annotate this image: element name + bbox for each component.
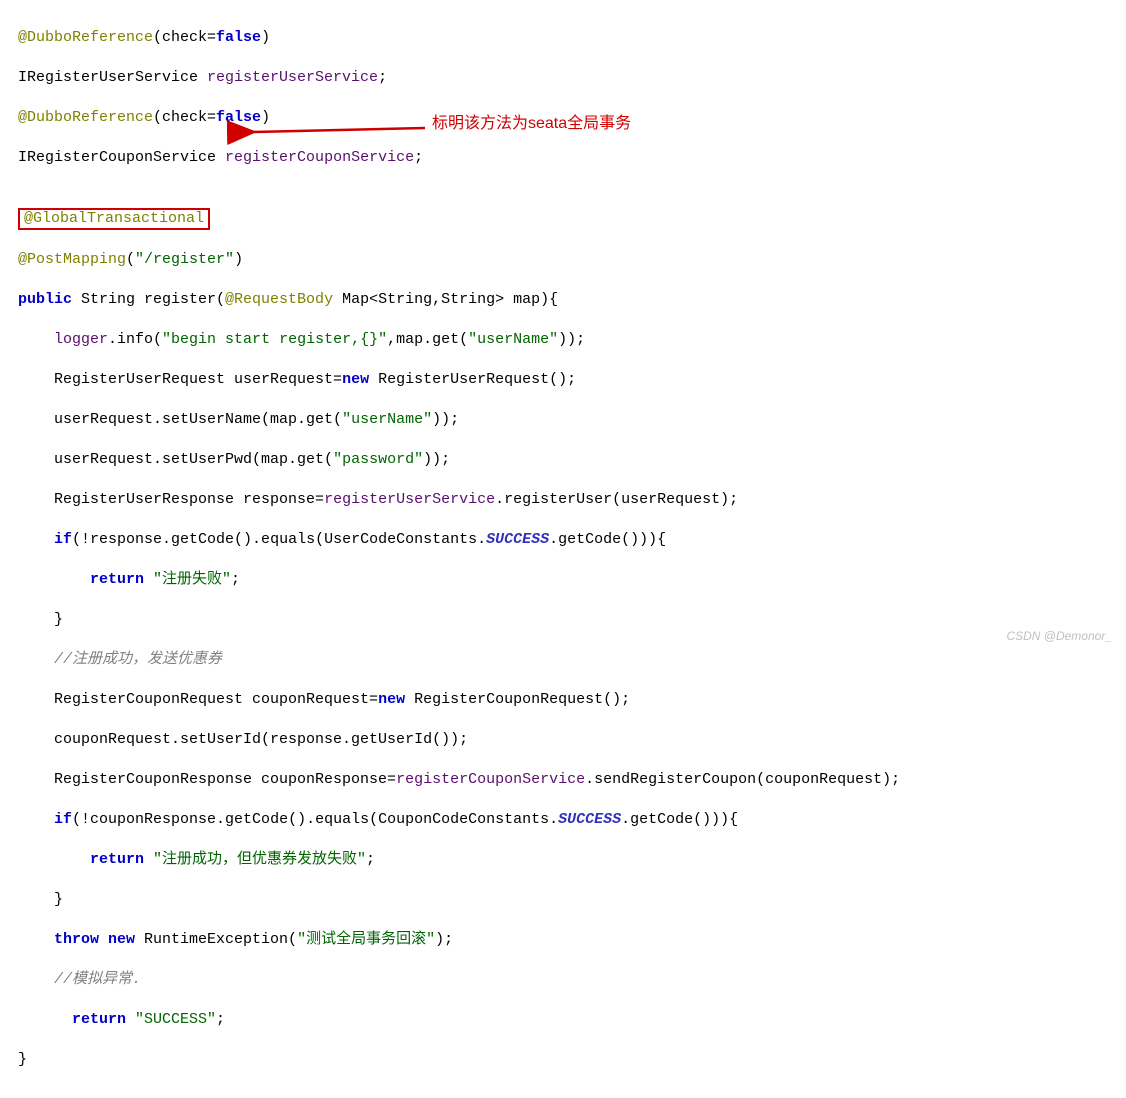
code-line-2: IRegisterUserService registerUserService… — [18, 68, 1108, 88]
code-line-1: @DubboReference(check=false) — [18, 28, 1108, 48]
code-line-18: RegisterCouponRequest couponRequest=new … — [18, 690, 1108, 710]
code-line-6: @GlobalTransactional — [18, 208, 1108, 230]
code-line-24: throw new RuntimeException("测试全局事务回滚"); — [18, 930, 1108, 950]
code-line-16: } — [18, 610, 1108, 630]
code-line-10: RegisterUserRequest userRequest=new Regi… — [18, 370, 1108, 390]
code-line-22: return "注册成功，但优惠券发放失败"; — [18, 850, 1108, 870]
annotation-text: 标明该方法为seata全局事务 — [432, 114, 631, 134]
code-line-26: return "SUCCESS"; — [18, 1010, 1108, 1030]
code-block: @DubboReference(check=false) IRegisterUs… — [0, 0, 1126, 1098]
code-line-20: RegisterCouponResponse couponResponse=re… — [18, 770, 1108, 790]
code-line-9: logger.info("begin start register,{}",ma… — [18, 330, 1108, 350]
global-transactional-annotation: @GlobalTransactional — [18, 208, 210, 230]
code-line-7: @PostMapping("/register") — [18, 250, 1108, 270]
code-line-11: userRequest.setUserName(map.get("userNam… — [18, 410, 1108, 430]
code-line-25: //模拟异常. — [18, 970, 1108, 990]
code-line-8: public String register(@RequestBody Map<… — [18, 290, 1108, 310]
code-line-14: if(!response.getCode().equals(UserCodeCo… — [18, 530, 1108, 550]
code-line-4: IRegisterCouponService registerCouponSer… — [18, 148, 1108, 168]
code-line-23: } — [18, 890, 1108, 910]
code-line-15: return "注册失败"; — [18, 570, 1108, 590]
code-line-19: couponRequest.setUserId(response.getUser… — [18, 730, 1108, 750]
code-line-12: userRequest.setUserPwd(map.get("password… — [18, 450, 1108, 470]
code-line-27: } — [18, 1050, 1108, 1070]
code-line-17: //注册成功，发送优惠券 — [18, 650, 1108, 670]
code-line-13: RegisterUserResponse response=registerUs… — [18, 490, 1108, 510]
code-line-21: if(!couponResponse.getCode().equals(Coup… — [18, 810, 1108, 830]
watermark: CSDN @Demonor_ — [1006, 626, 1112, 646]
